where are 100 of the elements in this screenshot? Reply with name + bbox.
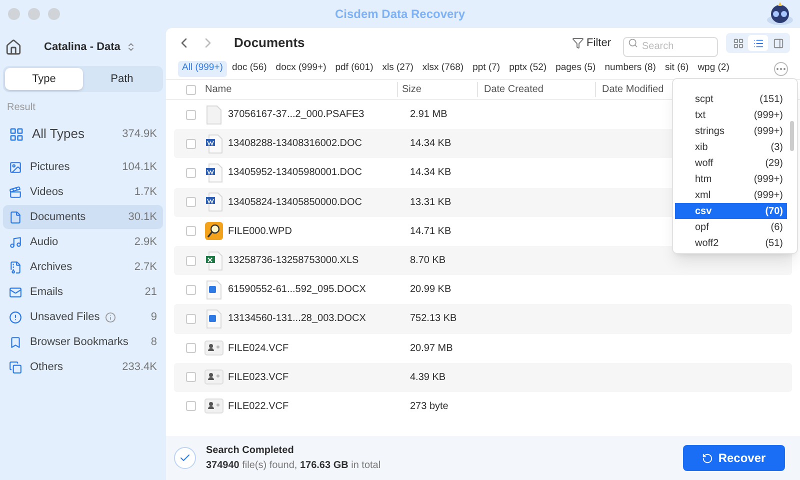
file-type-chip[interactable]: sit (6): [660, 60, 693, 76]
file-size: 20.99 KB: [410, 283, 452, 298]
option-label: csv: [695, 204, 712, 218]
option-count: (6): [770, 220, 783, 234]
view-tab[interactable]: Path: [83, 68, 161, 90]
file-type-chip[interactable]: All (999+): [178, 60, 227, 76]
dropdown-option[interactable]: xml (999+): [675, 187, 787, 203]
category-label: Archives: [30, 260, 72, 275]
file-name: FILE024.VCF: [228, 342, 290, 356]
file-row[interactable]: 13134560-131...28_003.DOCX 752.13 KB: [174, 304, 792, 334]
window-control[interactable]: [28, 8, 40, 20]
category-count: 9: [150, 310, 157, 325]
category-item[interactable]: Pictures 104.1K: [3, 155, 163, 179]
dropdown-option[interactable]: csv (70): [675, 203, 787, 219]
category-item[interactable]: Others 233.4K: [3, 355, 163, 379]
archive-icon: [9, 260, 22, 274]
category-item[interactable]: Browser Bookmarks 8: [3, 330, 163, 354]
row-checkbox[interactable]: [186, 197, 196, 208]
contact-file-icon: [204, 397, 224, 416]
option-count: (70): [765, 204, 783, 218]
file-type-chip[interactable]: xls (27): [378, 60, 418, 76]
file-type-chip[interactable]: docx (999+): [272, 60, 330, 76]
file-row[interactable]: 61590552-61...592_095.DOCX 20.99 KB: [174, 275, 792, 304]
file-name: 13408288-13408316002.DOC: [228, 137, 363, 152]
file-type-chip[interactable]: ppt (7): [468, 60, 504, 76]
recover-button[interactable]: Recover: [683, 445, 785, 471]
scrollbar-thumb[interactable]: [790, 121, 794, 151]
row-checkbox[interactable]: [186, 314, 196, 324]
dropdown-option[interactable]: txt (999+): [675, 107, 787, 123]
option-count: (151): [760, 92, 783, 106]
row-checkbox[interactable]: [186, 168, 196, 178]
category-label: Others: [30, 360, 64, 375]
row-checkbox[interactable]: [186, 401, 196, 412]
file-name: 61590552-61...592_095.DOCX: [228, 283, 367, 298]
file-type-chip[interactable]: xlsx (768): [418, 60, 468, 76]
file-type-chip[interactable]: numbers (8): [600, 60, 660, 76]
category-label: Unsaved Files: [30, 310, 100, 325]
spreadsheet-file-icon: [205, 250, 223, 271]
row-checkbox[interactable]: [186, 256, 196, 266]
search-field[interactable]: Search: [623, 36, 718, 56]
completed-check-icon: [174, 447, 196, 469]
word-file-icon: [205, 162, 223, 183]
category-item[interactable]: All Types 374.9K: [3, 119, 163, 149]
file-row[interactable]: FILE023.VCF 4.39 KB: [174, 362, 792, 392]
category-label: Emails: [30, 284, 64, 300]
option-label: woff: [695, 156, 714, 170]
category-count: 233.4K: [122, 360, 157, 375]
file-name: 37056167-37...2_000.PSAFE3: [228, 108, 366, 122]
option-label: xib: [695, 140, 708, 154]
info-icon[interactable]: [104, 312, 116, 322]
category-count: 30.1K: [128, 210, 157, 225]
window-control[interactable]: [48, 8, 60, 20]
row-checkbox[interactable]: [186, 138, 196, 149]
row-checkbox[interactable]: [186, 343, 196, 354]
option-count: (999+): [754, 172, 783, 186]
file-size: 4.39 KB: [410, 370, 446, 385]
dropdown-option[interactable]: htm (999+): [675, 171, 787, 187]
file-type-chip[interactable]: pdf (601): [331, 60, 378, 76]
contact-file-icon: [204, 339, 224, 358]
file-type-chip[interactable]: wpg (2): [694, 60, 734, 76]
column-header[interactable]: Size: [397, 82, 477, 97]
view-tab[interactable]: Type: [5, 68, 83, 90]
category-item[interactable]: Archives 2.7K: [3, 255, 163, 279]
category-item[interactable]: Documents 30.1K: [3, 205, 163, 229]
window-control[interactable]: [8, 8, 20, 20]
list-view-icon[interactable]: [748, 35, 768, 51]
file-type-chip[interactable]: pptx (52): [505, 60, 551, 76]
row-checkbox[interactable]: [186, 110, 196, 120]
row-checkbox[interactable]: [186, 284, 196, 295]
file-size: 14.71 KB: [410, 224, 452, 239]
row-checkbox[interactable]: [186, 372, 196, 382]
window-title: Cisdem Data Recovery: [334, 6, 466, 23]
document-icon: [9, 210, 22, 224]
category-label: Documents: [30, 210, 86, 225]
row-checkbox[interactable]: [186, 226, 196, 236]
category-item[interactable]: Audio 2.9K: [3, 230, 163, 254]
home-icon[interactable]: [5, 38, 22, 56]
category-item[interactable]: Emails 21: [3, 280, 163, 304]
column-header[interactable]: Name: [205, 82, 397, 97]
category-item[interactable]: Unsaved Files 9: [3, 305, 163, 329]
filter-button[interactable]: Filter: [572, 34, 611, 52]
category-count: 8: [150, 334, 157, 350]
option-label: txt: [695, 108, 706, 122]
file-row[interactable]: FILE024.VCF 20.97 MB: [174, 334, 792, 363]
option-count: (29): [765, 156, 783, 170]
file-type-chip[interactable]: pages (5): [552, 60, 600, 76]
filter-icon: [572, 37, 584, 49]
category-label: Pictures: [30, 160, 70, 175]
clapperboard-icon: [9, 186, 22, 198]
more-icon[interactable]: [774, 62, 788, 76]
up-down-caret-icon: [126, 42, 136, 52]
category-item[interactable]: Videos 1.7K: [3, 180, 163, 204]
column-header[interactable]: Date Created: [477, 82, 595, 97]
option-count: (999+): [754, 188, 783, 202]
dropdown-option[interactable]: opf (6): [675, 219, 787, 235]
dropdown-option[interactable]: xib (3): [675, 139, 787, 155]
file-row[interactable]: FILE022.VCF 273 byte: [174, 392, 792, 422]
file-type-chip[interactable]: doc (56): [228, 60, 271, 76]
select-all-checkbox[interactable]: [186, 84, 196, 94]
drive-selector[interactable]: Catalina - Data: [44, 38, 136, 56]
